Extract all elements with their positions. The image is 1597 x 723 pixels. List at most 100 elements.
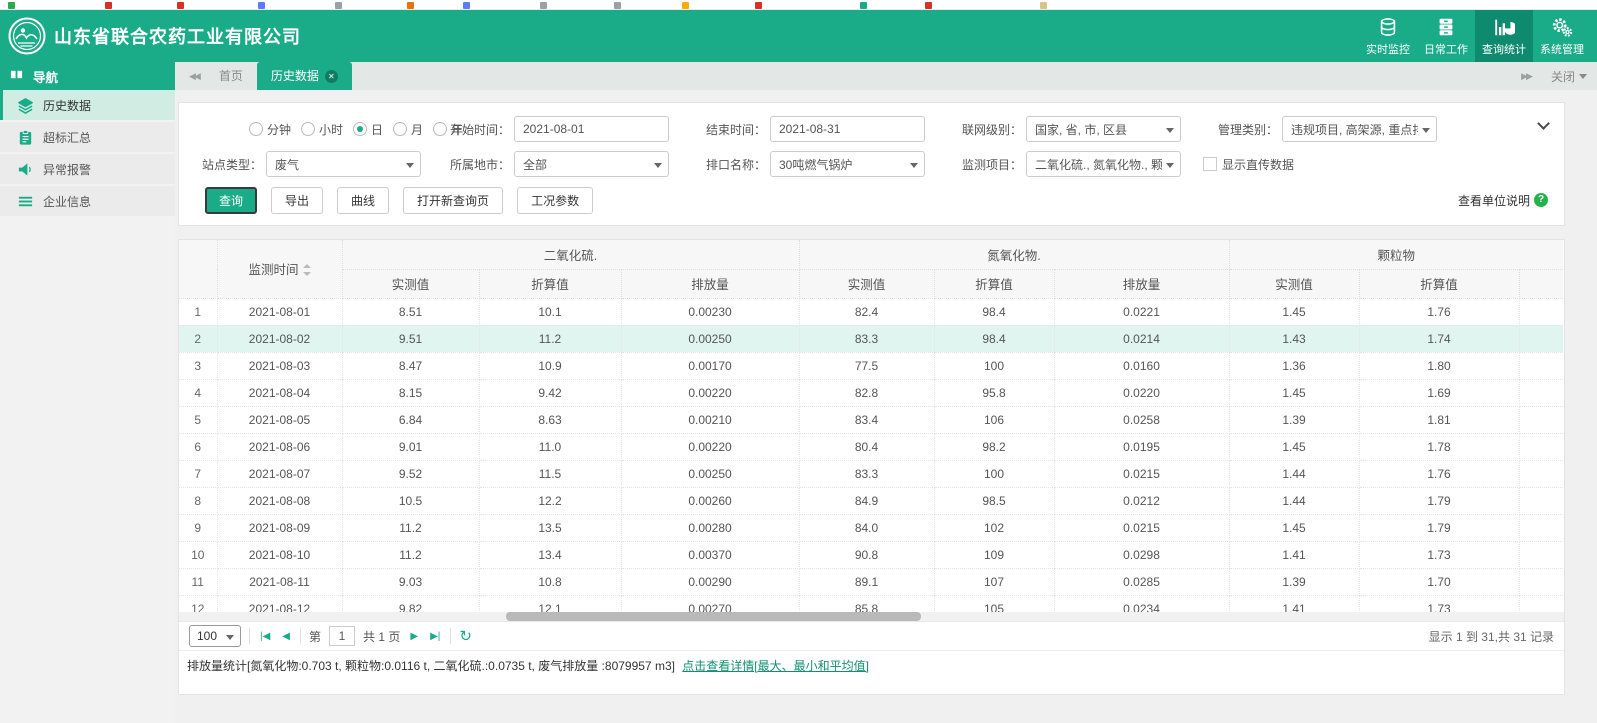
close-icon[interactable]: ✕ — [325, 70, 338, 83]
favicon[interactable] — [1040, 2, 1047, 9]
row-spacer — [1519, 568, 1563, 595]
unit-help-link[interactable]: 查看单位说明 ? — [1458, 192, 1548, 209]
row-value: 0.0160 — [1054, 352, 1229, 379]
period-radio-option[interactable]: 月 — [393, 121, 423, 138]
time-column-header[interactable]: 监测时间 — [217, 240, 342, 298]
city-select[interactable]: 全部 — [514, 151, 669, 177]
outlet-select[interactable]: 30吨燃气锅炉 — [770, 151, 925, 177]
favicon[interactable] — [258, 2, 265, 9]
row-value: 83.4 — [799, 406, 934, 433]
table-row[interactable]: 102021-08-1011.213.40.0037090.81090.0298… — [179, 541, 1563, 568]
start-time-input[interactable] — [514, 116, 669, 142]
period-radio-group: 分钟小时日月年 — [187, 121, 435, 138]
tab-bar: ◀◀ 首页 历史数据 ✕ ▶▶ 关闭 — [175, 62, 1597, 90]
tab-home[interactable]: 首页 — [205, 62, 257, 90]
table-row[interactable]: 12021-08-018.5110.10.0023082.498.40.0221… — [179, 298, 1563, 325]
table-row[interactable]: 92021-08-0911.213.50.0028084.01020.02151… — [179, 514, 1563, 541]
favicon[interactable] — [177, 2, 184, 9]
nav-item-realtime-monitoring[interactable]: 实时监控 — [1359, 10, 1417, 62]
close-tabs-menu[interactable]: 关闭 — [1551, 68, 1587, 85]
curve-button[interactable]: 曲线 — [337, 187, 389, 214]
horizontal-scrollbar-track[interactable] — [179, 612, 1564, 621]
sidebar-item-history-data[interactable]: 历史数据 — [0, 90, 175, 120]
period-radio-option[interactable]: 小时 — [301, 121, 343, 138]
nav-item-daily-work[interactable]: 日常工作 — [1417, 10, 1475, 62]
nav-item-query-statistics[interactable]: 查询统计 — [1475, 10, 1533, 62]
radio-icon[interactable] — [393, 122, 407, 136]
data-table-panel: 监测时间 二氧化硫. 氮氧化物. 颗粒物 实测值 折算值 排放量 — [178, 239, 1565, 695]
end-time-input[interactable] — [770, 116, 925, 142]
favicon[interactable] — [105, 2, 112, 9]
open-new-query-page-button[interactable]: 打开新查询页 — [403, 187, 503, 214]
favicon[interactable] — [8, 2, 15, 9]
table-row[interactable]: 32021-08-038.4710.90.0017077.51000.01601… — [179, 352, 1563, 379]
top-nav: 实时监控 日常工作 — [1359, 10, 1591, 62]
nav-item-system-management[interactable]: 系统管理 — [1533, 10, 1591, 62]
sort-icon[interactable] — [303, 264, 311, 276]
network-level-select[interactable]: 国家, 省, 市, 区县 — [1026, 116, 1181, 142]
page-size-select[interactable]: 100 — [189, 625, 241, 647]
prev-page-button[interactable]: ◀ — [280, 631, 292, 642]
period-radio-option[interactable]: 日 — [353, 121, 383, 138]
chevron-down-icon — [226, 635, 234, 640]
query-button[interactable]: 查询 — [205, 187, 257, 214]
tabs-scroll-left-icon[interactable]: ◀◀ — [183, 71, 205, 82]
row-value: 9.52 — [342, 460, 479, 487]
favicon[interactable] — [335, 2, 342, 9]
row-value: 80.4 — [799, 433, 934, 460]
tab-history-data[interactable]: 历史数据 ✕ — [257, 62, 352, 90]
manage-category-select[interactable]: 违规项目, 高架源, 重点排 — [1282, 116, 1437, 142]
radio-icon[interactable] — [433, 122, 447, 136]
favicon[interactable] — [925, 2, 932, 9]
sidebar-item-exceedance-summary[interactable]: 超标汇总 — [0, 122, 175, 152]
table-row[interactable]: 82021-08-0810.512.20.0026084.998.50.0212… — [179, 487, 1563, 514]
row-value: 1.39 — [1229, 568, 1359, 595]
subcol-header — [1519, 269, 1563, 298]
table-row[interactable]: 62021-08-069.0111.00.0022080.498.20.0195… — [179, 433, 1563, 460]
first-page-button[interactable]: |◀ — [258, 631, 272, 642]
checkbox-icon[interactable] — [1203, 157, 1217, 171]
direct-data-checkbox-wrap[interactable]: 显示直传数据 — [1203, 156, 1294, 173]
table-row[interactable]: 72021-08-079.5211.50.0025083.31000.02151… — [179, 460, 1563, 487]
view-details-link[interactable]: 点击查看详情[最大、最小和平均值] — [682, 659, 869, 673]
row-value: 1.69 — [1359, 379, 1519, 406]
row-spacer — [1519, 514, 1563, 541]
favicon[interactable] — [682, 2, 689, 9]
row-index: 3 — [179, 352, 217, 379]
chevron-down-icon — [1579, 74, 1587, 79]
horizontal-scrollbar-thumb[interactable] — [506, 612, 921, 621]
table-row[interactable]: 22021-08-029.5111.20.0025083.398.40.0214… — [179, 325, 1563, 352]
favicon[interactable] — [614, 2, 621, 9]
period-radio-option[interactable]: 分钟 — [249, 121, 291, 138]
radio-icon[interactable] — [301, 122, 315, 136]
favicon[interactable] — [540, 2, 547, 9]
subcol-header: 折算值 — [934, 269, 1054, 298]
sidebar-item-abnormal-alarm[interactable]: 异常报警 — [0, 154, 175, 184]
row-value: 0.0298 — [1054, 541, 1229, 568]
sidebar-item-label: 异常报警 — [43, 161, 91, 178]
table-row[interactable]: 112021-08-119.0310.80.0029089.11070.0285… — [179, 568, 1563, 595]
refresh-icon[interactable]: ↻ — [459, 627, 472, 645]
sidebar-item-enterprise-info[interactable]: 企业信息 — [0, 186, 175, 216]
station-type-field: 站点类型： 废气 — [187, 151, 435, 177]
page-number-input[interactable] — [329, 626, 355, 646]
tabs-scroll-right-icon[interactable]: ▶▶ — [1515, 71, 1537, 82]
row-value: 1.45 — [1229, 298, 1359, 325]
last-page-button[interactable]: ▶| — [428, 631, 442, 642]
city-label: 所属地市： — [435, 156, 514, 173]
monitor-items-select[interactable]: 二氧化硫., 氮氧化物., 颗粒 — [1026, 151, 1181, 177]
export-button[interactable]: 导出 — [271, 187, 323, 214]
station-type-select[interactable]: 废气 — [266, 151, 421, 177]
favicon[interactable] — [755, 2, 762, 9]
favicon[interactable] — [860, 2, 867, 9]
table-row[interactable]: 42021-08-048.159.420.0022082.895.80.0220… — [179, 379, 1563, 406]
radio-icon[interactable] — [353, 122, 367, 136]
favicon[interactable] — [463, 2, 470, 9]
tab-label: 首页 — [219, 62, 243, 90]
table-row[interactable]: 52021-08-056.848.630.0021083.41060.02581… — [179, 406, 1563, 433]
next-page-button[interactable]: ▶ — [408, 631, 420, 642]
condition-params-button[interactable]: 工况参数 — [517, 187, 593, 214]
favicon[interactable] — [407, 2, 414, 9]
radio-icon[interactable] — [249, 122, 263, 136]
filter-panel: 分钟小时日月年 开始时间： 结束时间： 联网级别： 国家, 省, — [178, 102, 1565, 226]
